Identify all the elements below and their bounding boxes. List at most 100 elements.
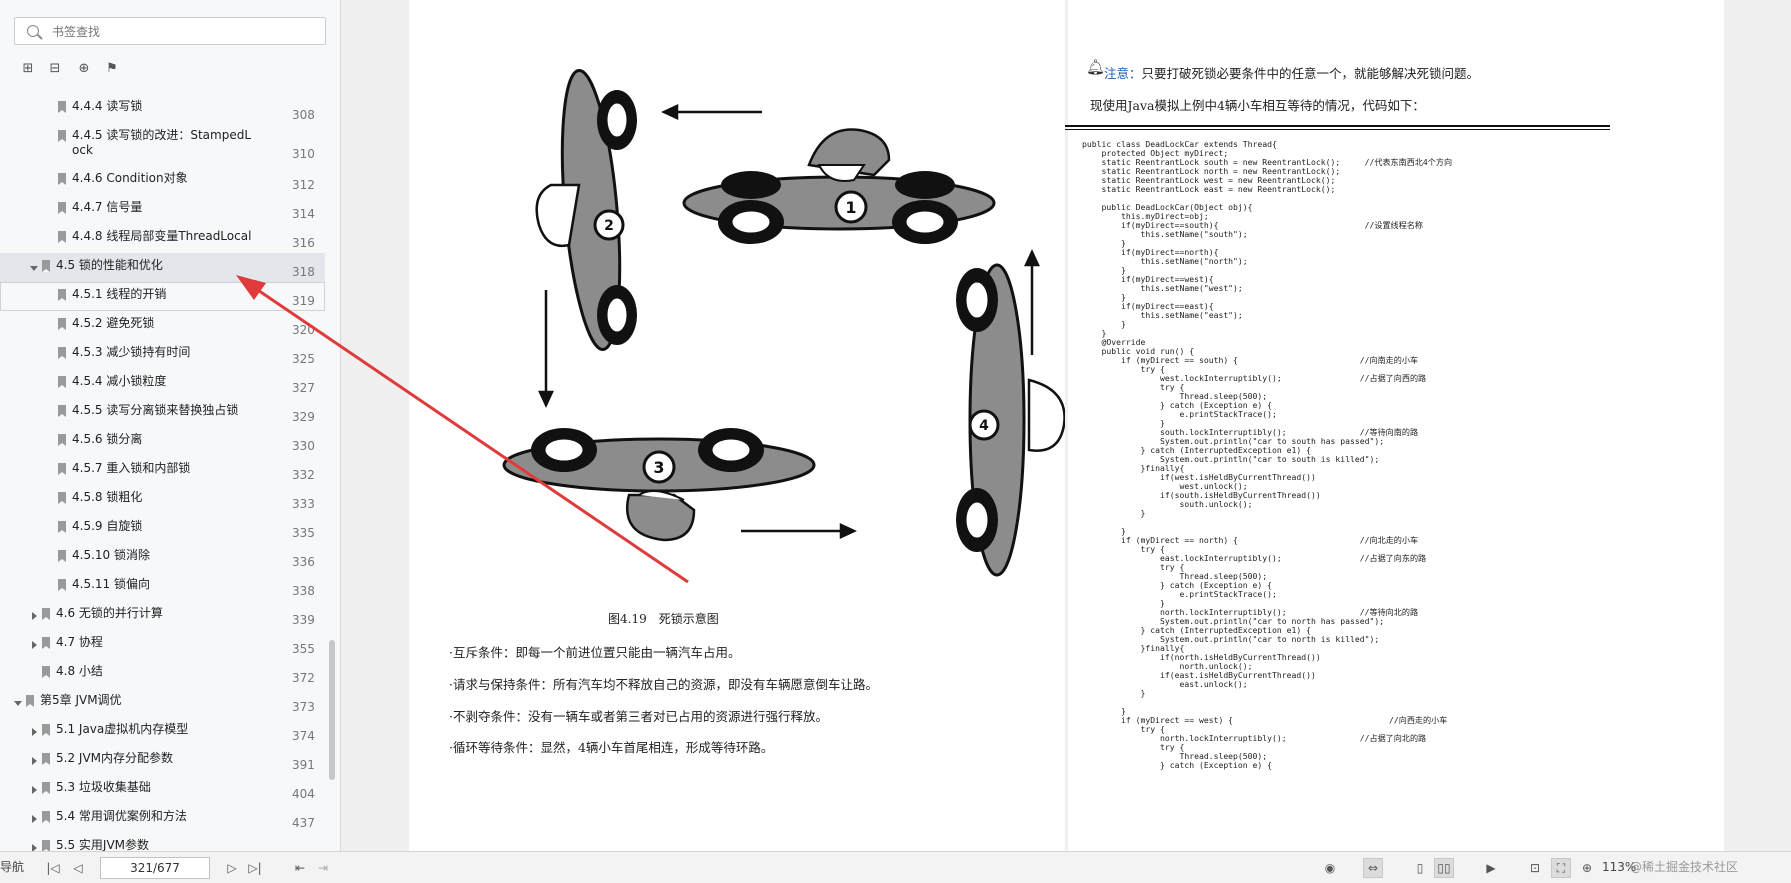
- bookmark-page-number: 308: [292, 108, 315, 122]
- bookmark-item[interactable]: 第5章 JVM调优 373: [0, 688, 325, 717]
- bookmark-item[interactable]: 4.5.1 线程的开销 319: [0, 282, 325, 311]
- navigation-label[interactable]: 导航: [0, 859, 24, 875]
- expand-arrow-icon[interactable]: [32, 641, 37, 649]
- bookmark-label: 4.4.7 信号量: [72, 200, 143, 214]
- bookmark-item[interactable]: 4.5.11 锁偏向 338: [0, 572, 325, 601]
- bookmark-label: 4.5.3 减少锁持有时间: [72, 345, 191, 359]
- sidebar-scrollbar[interactable]: [329, 640, 335, 780]
- bookmark-page-icon: [58, 202, 66, 214]
- previous-page-icon[interactable]: ◁: [68, 858, 88, 878]
- bookmark-label: 5.2 JVM内存分配参数: [56, 751, 174, 765]
- bookmark-label: 4.5.8 锁粗化: [72, 490, 143, 504]
- car-number-label: 1: [845, 198, 856, 217]
- bookmark-label: 4.6 无锁的并行计算: [56, 606, 163, 620]
- page-number-input[interactable]: 321/677: [100, 857, 210, 879]
- two-page-icon[interactable]: ▯▯: [1434, 858, 1454, 878]
- fit-width-icon[interactable]: ⇔: [1363, 858, 1383, 878]
- back-icon[interactable]: ⇤: [290, 858, 310, 878]
- bookmark-item[interactable]: 4.5.4 减小锁粒度 327: [0, 369, 325, 398]
- bookmark-item[interactable]: 4.5.2 避免死锁 320: [0, 311, 325, 340]
- car-left: 2: [535, 69, 637, 351]
- bookmark-page-icon: [58, 289, 66, 301]
- zoom-icon[interactable]: ⊕: [1577, 858, 1597, 878]
- note-line: 注意：只要打破死锁必要条件中的任意一个，就能够解决死锁问题。: [1104, 63, 1479, 82]
- collapse-arrow-icon[interactable]: [14, 701, 22, 706]
- bookmark-item[interactable]: 4.5.3 减少锁持有时间 325: [0, 340, 325, 369]
- bookmark-page-icon: [58, 376, 66, 388]
- bookmark-search[interactable]: [14, 17, 326, 45]
- expand-arrow-icon[interactable]: [32, 786, 37, 794]
- bookmark-page-number: 312: [292, 178, 315, 192]
- bookmark-label: 第5章 JVM调优: [40, 693, 122, 707]
- bookmark-page-icon: [42, 782, 50, 794]
- bookmark-label: 5.5 实用JVM参数: [56, 838, 150, 851]
- bookmark-page-icon: [58, 550, 66, 562]
- car-right: 4: [956, 263, 1065, 577]
- bookmark-item[interactable]: 4.4.5 读写锁的改进：StampedLock 310: [0, 123, 325, 161]
- bookmark-page-number: 325: [292, 352, 315, 366]
- bookmark-item[interactable]: 4.8 小结 372: [0, 659, 325, 688]
- bookmark-item[interactable]: 4.5.10 锁消除 336: [0, 543, 325, 572]
- bookmark-page-number: 437: [292, 816, 315, 830]
- condition-text: ·循环等待条件：显然，4辆小车首尾相连，形成等待环路。: [449, 740, 774, 755]
- expand-arrow-icon[interactable]: [32, 612, 37, 620]
- collapse-all-icon[interactable]: ⊟: [47, 61, 63, 77]
- expand-arrow-icon[interactable]: [32, 844, 37, 851]
- expand-arrow-icon[interactable]: [32, 757, 37, 765]
- bookmark-page-number: 329: [292, 410, 315, 424]
- first-page-icon[interactable]: |◁: [43, 858, 63, 878]
- bookmark-item[interactable]: 4.5.8 锁粗化 333: [0, 485, 325, 514]
- bookmark-item[interactable]: 4.5.9 自旋锁 335: [0, 514, 325, 543]
- bell-icon: 🔔︎: [1086, 58, 1106, 76]
- bookmark-search-input[interactable]: [50, 20, 314, 44]
- bookmark-item[interactable]: 4.4.8 线程局部变量ThreadLocal 316: [0, 224, 325, 253]
- bookmark-label: 5.3 垃圾收集基础: [56, 780, 151, 794]
- bookmark-item[interactable]: 5.4 常用调优案例和方法 437: [0, 804, 325, 833]
- bookmark-item[interactable]: 4.5.7 重入锁和内部锁 332: [0, 456, 325, 485]
- bookmark-item[interactable]: 5.2 JVM内存分配参数 391: [0, 746, 325, 775]
- bookmark-label: 4.5.7 重入锁和内部锁: [72, 461, 191, 475]
- bookmark-page-icon: [58, 130, 66, 142]
- add-bookmark-icon[interactable]: ⊕: [76, 61, 92, 77]
- condition-text: ·不剥夺条件：没有一辆车或者第三者对已占用的资源进行强行释放。: [449, 709, 828, 724]
- bookmark-item[interactable]: 4.6 无锁的并行计算 339: [0, 601, 325, 630]
- bookmark-label: 4.5.2 避免死锁: [72, 316, 155, 330]
- bookmark-item[interactable]: 5.3 垃圾收集基础 404: [0, 775, 325, 804]
- collapse-arrow-icon[interactable]: [30, 266, 38, 271]
- eye-icon[interactable]: ◉: [1320, 858, 1340, 878]
- bookmark-item[interactable]: 5.5 实用JVM参数: [0, 833, 325, 851]
- bookmark-label: 4.5.9 自旋锁: [72, 519, 143, 533]
- bookmark-page-icon: [58, 434, 66, 446]
- bookmark-label: 4.5.5 读写分离锁来替换独占锁: [72, 403, 239, 417]
- document-view: 2 1 4 3 图4.19 死锁示意图 ·互斥条件：即每一个前进位置只能由一辆汽…: [236, 0, 1791, 851]
- bookmark-item[interactable]: 4.5.6 锁分离 330: [0, 427, 325, 456]
- bookmark-page-icon: [58, 347, 66, 359]
- bookmark-sidebar: ⊞ ⊟ ⊕ ⚑ 4.4.4 读写锁 308 4.4.5 读写锁的改进：Stampe…: [0, 0, 341, 851]
- fit-page-icon[interactable]: ⛶: [1551, 858, 1571, 878]
- expand-all-icon[interactable]: ⊞: [20, 61, 36, 77]
- bookmark-item[interactable]: 4.4.7 信号量 314: [0, 195, 325, 224]
- next-page-icon[interactable]: ▷: [222, 858, 242, 878]
- bookmark-item[interactable]: 4.7 协程 355: [0, 630, 325, 659]
- bookmark-item[interactable]: 4.5.5 读写分离锁来替换独占锁 329: [0, 398, 325, 427]
- bookmark-label: 4.5.6 锁分离: [72, 432, 143, 446]
- bookmark-item[interactable]: 4.4.6 Condition对象 312: [0, 166, 325, 195]
- bookmark-page-icon: [26, 695, 34, 707]
- actual-size-icon[interactable]: ⊡: [1525, 858, 1545, 878]
- bookmark-icon[interactable]: ⚑: [104, 61, 120, 77]
- single-page-icon[interactable]: ▯: [1410, 858, 1430, 878]
- forward-icon[interactable]: ⇥: [313, 858, 333, 878]
- bookmark-page-number: 320: [292, 323, 315, 337]
- bookmark-page-icon: [58, 579, 66, 591]
- bookmark-item[interactable]: 4.4.4 读写锁 308: [0, 94, 325, 123]
- expand-arrow-icon[interactable]: [32, 728, 37, 736]
- bookmark-item[interactable]: 5.1 Java虚拟机内存模型 374: [0, 717, 325, 746]
- play-icon[interactable]: ▶: [1481, 858, 1501, 878]
- bookmark-item-selected[interactable]: 4.5 锁的性能和优化 318: [0, 253, 325, 282]
- bookmark-page-icon: [58, 173, 66, 185]
- bookmark-page-icon: [42, 724, 50, 736]
- bookmark-page-number: 310: [292, 147, 315, 161]
- bookmark-label: 4.5 锁的性能和优化: [56, 258, 163, 272]
- expand-arrow-icon[interactable]: [32, 815, 37, 823]
- last-page-icon[interactable]: ▷|: [245, 858, 265, 878]
